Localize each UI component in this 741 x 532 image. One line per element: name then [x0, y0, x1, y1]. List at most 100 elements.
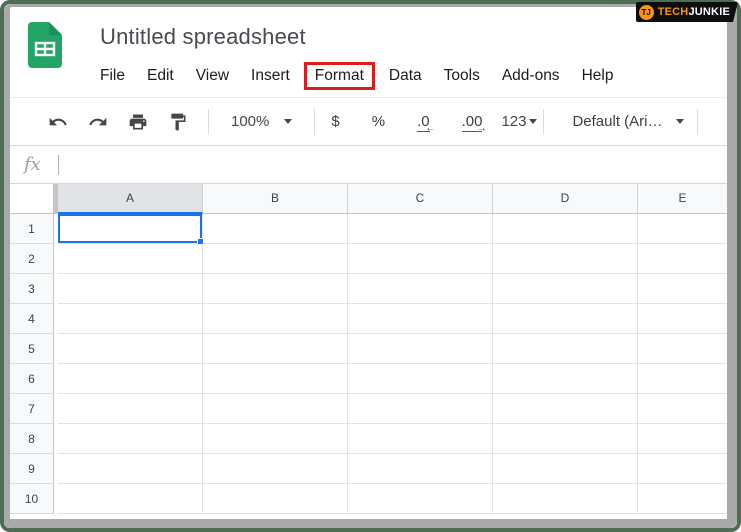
row-header-6[interactable]: 6 [10, 364, 54, 394]
cell-E5[interactable] [638, 334, 727, 364]
cell-C3[interactable] [348, 274, 493, 304]
cell-B5[interactable] [203, 334, 348, 364]
row-header-9[interactable]: 9 [10, 454, 54, 484]
row-header-5[interactable]: 5 [10, 334, 54, 364]
cell-D2[interactable] [493, 244, 638, 274]
cell-B6[interactable] [203, 364, 348, 394]
google-sheets-icon[interactable] [28, 22, 62, 68]
screenshot-root: Untitled spreadsheet File Edit View Inse… [0, 0, 741, 532]
cell-E1[interactable] [638, 214, 727, 244]
menu-item-data[interactable]: Data [378, 64, 433, 88]
menu-item-help[interactable]: Help [571, 64, 625, 88]
techjunkie-logo-icon: TJ [639, 5, 654, 20]
zoom-select[interactable]: 100% [231, 113, 292, 130]
cell-E4[interactable] [638, 304, 727, 334]
cell-E3[interactable] [638, 274, 727, 304]
sheets-app: Untitled spreadsheet File Edit View Inse… [10, 7, 727, 519]
cell-D1[interactable] [493, 214, 638, 244]
formula-input[interactable] [41, 146, 727, 183]
chevron-down-icon [676, 119, 684, 124]
cell-E8[interactable] [638, 424, 727, 454]
cell-E2[interactable] [638, 244, 727, 274]
cell-E6[interactable] [638, 364, 727, 394]
cell-A9[interactable] [58, 454, 203, 484]
grid-row-6: 6 [10, 364, 727, 394]
cell-C6[interactable] [348, 364, 493, 394]
cell-D8[interactable] [493, 424, 638, 454]
cell-A6[interactable] [58, 364, 203, 394]
grid-row-3: 3 [10, 274, 727, 304]
cell-C1[interactable] [348, 214, 493, 244]
fill-handle[interactable] [197, 238, 204, 245]
column-header-e[interactable]: E [638, 184, 727, 214]
more-formats-button[interactable]: 123 [501, 113, 537, 130]
cell-B4[interactable] [203, 304, 348, 334]
cell-D7[interactable] [493, 394, 638, 424]
format-percent-button[interactable]: % [359, 113, 398, 130]
cell-E10[interactable] [638, 484, 727, 514]
cell-A3[interactable] [58, 274, 203, 304]
cell-B8[interactable] [203, 424, 348, 454]
redo-button[interactable] [88, 112, 108, 132]
cell-D6[interactable] [493, 364, 638, 394]
cell-D9[interactable] [493, 454, 638, 484]
column-header-c[interactable]: C [348, 184, 493, 214]
row-header-3[interactable]: 3 [10, 274, 54, 304]
cell-A1[interactable] [58, 214, 203, 244]
column-header-a[interactable]: A [58, 184, 203, 214]
row-header-2[interactable]: 2 [10, 244, 54, 274]
format-currency-button[interactable]: $ [318, 113, 352, 130]
cell-B1[interactable] [203, 214, 348, 244]
menu-item-addons[interactable]: Add-ons [491, 64, 571, 88]
cell-A5[interactable] [58, 334, 203, 364]
app-header: Untitled spreadsheet File Edit View Inse… [10, 7, 727, 97]
cell-C10[interactable] [348, 484, 493, 514]
cell-D3[interactable] [493, 274, 638, 304]
cell-B9[interactable] [203, 454, 348, 484]
select-all-corner[interactable] [10, 184, 54, 214]
row-header-7[interactable]: 7 [10, 394, 54, 424]
toolbar-divider [208, 109, 209, 135]
menu-item-view[interactable]: View [185, 64, 240, 88]
cell-B7[interactable] [203, 394, 348, 424]
cell-C2[interactable] [348, 244, 493, 274]
cell-B3[interactable] [203, 274, 348, 304]
menu-item-tools[interactable]: Tools [433, 64, 491, 88]
toolbar-divider [697, 109, 698, 135]
cell-A4[interactable] [58, 304, 203, 334]
cell-C4[interactable] [348, 304, 493, 334]
row-header-4[interactable]: 4 [10, 304, 54, 334]
cell-A8[interactable] [58, 424, 203, 454]
cell-A2[interactable] [58, 244, 203, 274]
menu-item-file[interactable]: File [89, 64, 136, 88]
font-select[interactable]: Default (Ari… [572, 113, 683, 130]
cell-A10[interactable] [58, 484, 203, 514]
menu-item-insert[interactable]: Insert [240, 64, 301, 88]
row-header-10[interactable]: 10 [10, 484, 54, 514]
cell-C8[interactable] [348, 424, 493, 454]
document-title[interactable]: Untitled spreadsheet [100, 24, 306, 50]
cell-B2[interactable] [203, 244, 348, 274]
cell-D10[interactable] [493, 484, 638, 514]
row-header-1[interactable]: 1 [10, 214, 54, 244]
cell-D5[interactable] [493, 334, 638, 364]
cell-D4[interactable] [493, 304, 638, 334]
cell-E7[interactable] [638, 394, 727, 424]
column-header-b[interactable]: B [203, 184, 348, 214]
cell-E9[interactable] [638, 454, 727, 484]
cell-C7[interactable] [348, 394, 493, 424]
row-header-8[interactable]: 8 [10, 424, 54, 454]
menu-item-format[interactable]: Format [304, 62, 375, 90]
cell-B10[interactable] [203, 484, 348, 514]
increase-decimal-button[interactable]: .00 → [449, 113, 496, 130]
font-name-label: Default (Ari… [572, 113, 662, 130]
column-header-d[interactable]: D [493, 184, 638, 214]
paint-format-button[interactable] [168, 112, 188, 132]
print-button[interactable] [128, 112, 148, 132]
menu-item-edit[interactable]: Edit [136, 64, 185, 88]
cell-C5[interactable] [348, 334, 493, 364]
decrease-decimal-button[interactable]: .0 ← [404, 113, 443, 130]
undo-button[interactable] [48, 112, 68, 132]
cell-A7[interactable] [58, 394, 203, 424]
cell-C9[interactable] [348, 454, 493, 484]
